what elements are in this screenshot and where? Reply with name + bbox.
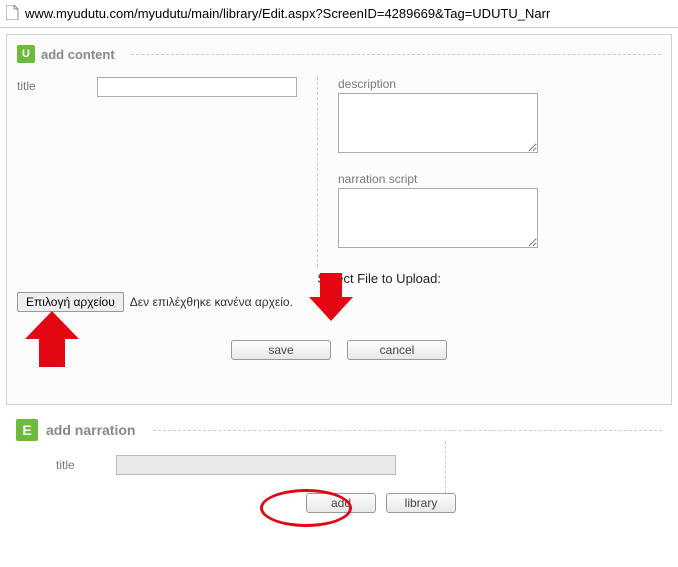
- title-label: title: [17, 77, 87, 97]
- narration-script-label: narration script: [338, 172, 661, 186]
- logo-icon: U: [17, 45, 35, 63]
- description-label: description: [338, 77, 661, 91]
- add-button[interactable]: add: [306, 493, 376, 513]
- annotation-arrow-down-icon: [309, 273, 353, 324]
- panel-title: add content: [41, 47, 115, 62]
- url-text[interactable]: www.myudutu.com/myudutu/main/library/Edi…: [25, 6, 550, 21]
- section-logo-icon: E: [16, 419, 38, 441]
- panel-header: U add content: [7, 35, 671, 69]
- library-button[interactable]: library: [386, 493, 456, 513]
- section-title: add narration: [46, 422, 135, 438]
- narration-title-input[interactable]: [116, 455, 396, 475]
- save-button[interactable]: save: [231, 340, 331, 360]
- add-content-panel: U add content title description narratio…: [6, 34, 672, 405]
- add-narration-section: E add narration title add library: [6, 415, 672, 543]
- choose-file-button[interactable]: Επιλογή αρχείου: [17, 292, 124, 312]
- description-textarea[interactable]: [338, 93, 538, 153]
- cancel-button[interactable]: cancel: [347, 340, 447, 360]
- document-icon: [6, 5, 19, 23]
- file-status-text: Δεν επιλέχθηκε κανένα αρχείο.: [130, 295, 293, 309]
- annotation-arrow-up-icon: [25, 311, 79, 374]
- narration-title-label: title: [56, 458, 96, 472]
- browser-url-bar: www.myudutu.com/myudutu/main/library/Edi…: [0, 0, 678, 28]
- title-input[interactable]: [97, 77, 297, 97]
- narration-textarea[interactable]: [338, 188, 538, 248]
- divider: [153, 430, 662, 431]
- divider: [131, 54, 661, 55]
